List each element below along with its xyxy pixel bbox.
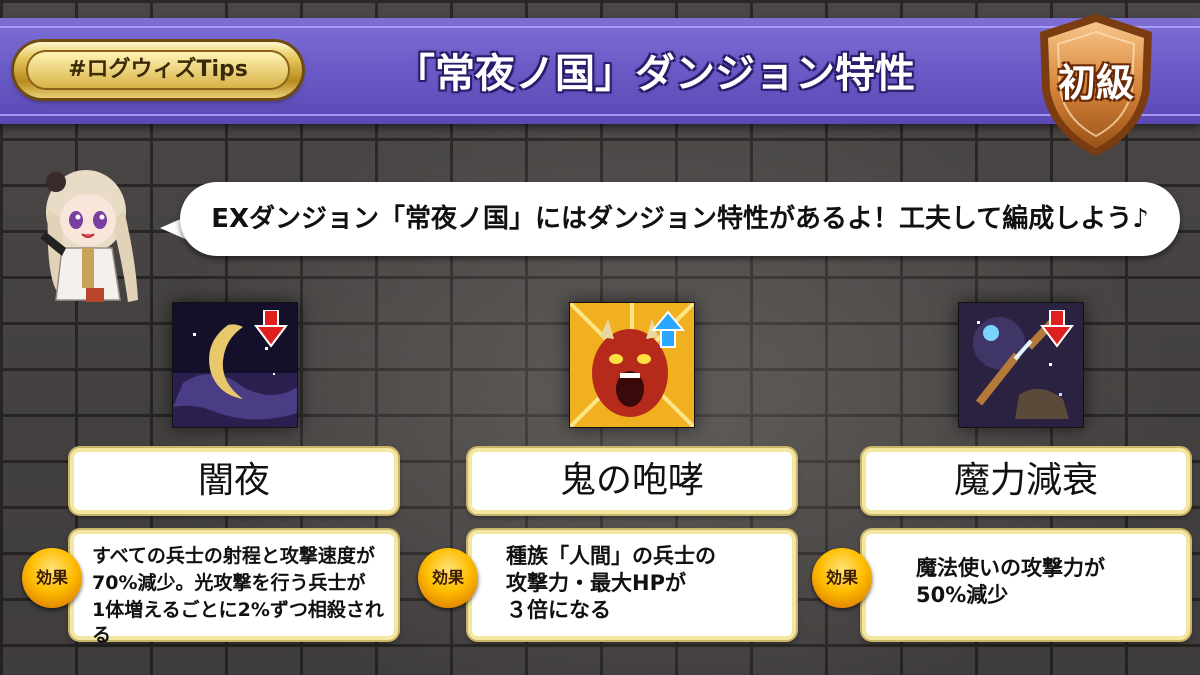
trait-effect-line: 1体増えるごとに2%ずつ相殺される: [92, 599, 384, 646]
speech-text: EXダンジョン「常夜ノ国」にはダンジョン特性があるよ！工夫して編成しよう♪: [211, 204, 1149, 234]
trait-effect-line: 種族「人間」の兵士の: [506, 544, 716, 568]
effect-badge-1: 効果: [22, 548, 82, 608]
trait-effect-box-3: 魔法使いの攻撃力が 50%減少: [862, 530, 1190, 640]
level-badge-text: 初級: [1057, 61, 1134, 105]
buff-up-arrow-icon: [651, 310, 685, 348]
effect-badge-3: 効果: [812, 548, 872, 608]
trait-name-2: 鬼の咆哮: [468, 448, 796, 514]
mascot-character: [40, 170, 138, 302]
trait-effect-line: すべての兵士の射程と攻撃速度が: [92, 545, 375, 567]
speech-bubble: EXダンジョン「常夜ノ国」にはダンジョン特性があるよ！工夫して編成しよう♪: [180, 182, 1180, 256]
trait-effect-box-1: すべての兵士の射程と攻撃速度が 70%減少。光攻撃を行う兵士が 1体増えるごとに…: [70, 530, 398, 646]
trait-effect-line: 魔法使いの攻撃力が: [916, 556, 1105, 580]
trait-effect-box-2: 種族「人間」の兵士の 攻撃力・最大HPが ３倍になる: [468, 530, 796, 640]
tips-tag-badge: #ログウィズTips: [14, 42, 302, 98]
debuff-down-arrow-icon: [1040, 310, 1074, 348]
trait-effect-line: 攻撃力・最大HPが: [506, 571, 686, 595]
effect-badge-2: 効果: [418, 548, 478, 608]
trait-effect-line: ３倍になる: [506, 598, 611, 622]
trait-name-1: 闇夜: [70, 448, 398, 514]
debuff-down-arrow-icon: [254, 310, 288, 348]
page-title: 「常夜ノ国」ダンジョン特性: [395, 51, 915, 97]
tips-tag-text: #ログウィズTips: [26, 50, 290, 90]
trait-effect-line: 70%減少。光攻撃を行う兵士が: [92, 572, 366, 594]
trait-effect-line: 50%減少: [916, 583, 1009, 607]
trait-name-3: 魔力減衰: [862, 448, 1190, 514]
